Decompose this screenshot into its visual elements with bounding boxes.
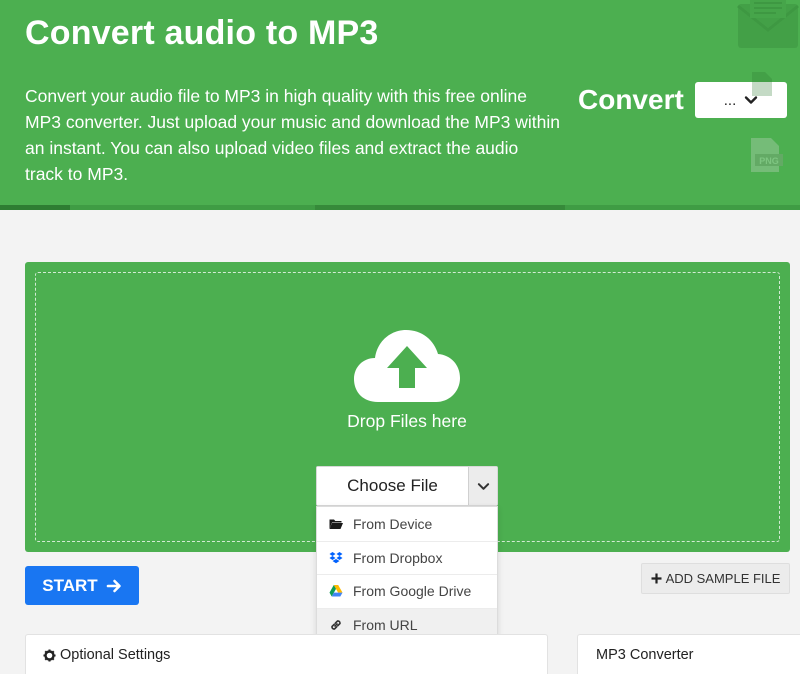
convert-label: Convert bbox=[578, 84, 684, 115]
arrow-right-icon bbox=[106, 579, 121, 592]
progress-strip bbox=[0, 205, 800, 210]
optional-settings-header[interactable]: Optional Settings bbox=[43, 647, 170, 663]
google-drive-icon bbox=[329, 585, 343, 597]
file-icon bbox=[752, 72, 772, 96]
png-label: PNG bbox=[759, 156, 779, 166]
link-icon bbox=[331, 619, 341, 630]
plus-icon bbox=[651, 573, 662, 584]
dropbox-icon bbox=[329, 551, 343, 563]
folder-icon bbox=[329, 519, 343, 529]
add-sample-file-button[interactable]: ADD SAMPLE FILE bbox=[641, 563, 790, 594]
cloud-upload-icon bbox=[354, 330, 460, 402]
menu-item-from-dropbox[interactable]: From Dropbox bbox=[317, 540, 497, 575]
png-file-icon: PNG bbox=[751, 138, 783, 172]
hero-banner: Convert audio to MP3 Convert your audio … bbox=[0, 0, 800, 210]
convert-format-select[interactable]: ... bbox=[695, 82, 787, 118]
chevron-down-icon bbox=[477, 482, 489, 490]
menu-item-label: From Device bbox=[353, 515, 433, 532]
mp3-converter-title: MP3 Converter bbox=[596, 647, 694, 663]
choose-file-label[interactable]: Choose File bbox=[317, 467, 468, 505]
gear-icon bbox=[43, 648, 56, 662]
menu-item-label: From URL bbox=[353, 616, 418, 633]
mp3-converter-header: MP3 Converter bbox=[596, 647, 694, 663]
add-sample-label: ADD SAMPLE FILE bbox=[665, 571, 781, 586]
convert-select-value: ... bbox=[723, 91, 737, 109]
upload-source-menu: From Device From Dropbox From Google Dri… bbox=[316, 506, 498, 642]
optional-settings-panel: Optional Settings bbox=[25, 634, 548, 674]
start-label: START bbox=[42, 575, 98, 595]
optional-settings-title: Optional Settings bbox=[60, 647, 171, 663]
start-button[interactable]: START bbox=[25, 566, 139, 605]
menu-item-from-device[interactable]: From Device bbox=[317, 507, 497, 541]
menu-item-from-google-drive[interactable]: From Google Drive bbox=[317, 574, 497, 608]
page-title: Convert audio to MP3 bbox=[25, 14, 379, 52]
drop-files-text: Drop Files here bbox=[347, 411, 467, 431]
choose-file-button[interactable]: Choose File bbox=[316, 466, 498, 506]
menu-item-label: From Google Drive bbox=[353, 583, 472, 600]
choose-file-dropdown-toggle[interactable] bbox=[468, 467, 497, 505]
mp3-converter-panel: MP3 Converter bbox=[577, 634, 800, 674]
menu-item-label: From Dropbox bbox=[353, 549, 443, 566]
page-description: Convert your audio file to MP3 in high q… bbox=[25, 86, 561, 184]
envelope-icon bbox=[737, 0, 799, 48]
